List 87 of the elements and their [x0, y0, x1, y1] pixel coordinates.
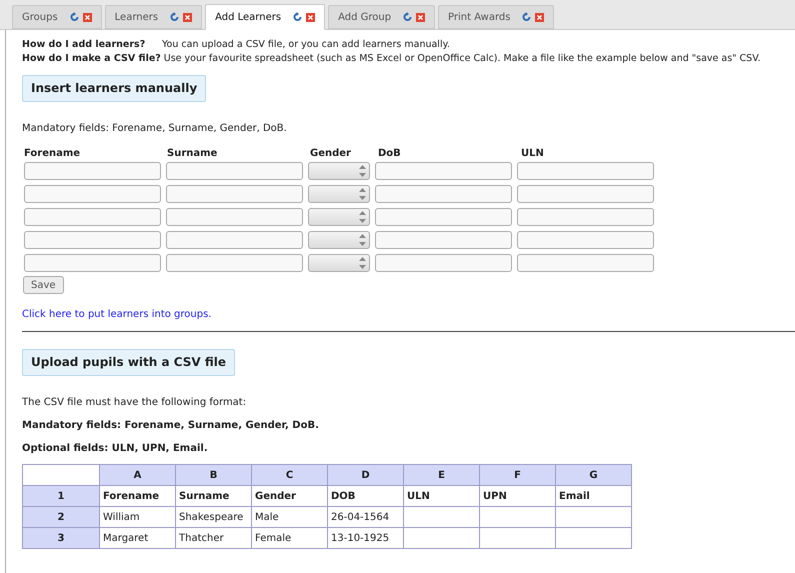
text-input[interactable] — [166, 208, 303, 226]
gender-select[interactable] — [308, 254, 370, 272]
groups-link[interactable]: Click here to put learners into groups. — [22, 309, 212, 320]
optional-fields: Optional fields: ULN, UPN, Email. — [22, 442, 795, 455]
text-input[interactable] — [24, 231, 161, 249]
table-cell: Surname — [179, 490, 230, 502]
section-heading: Upload pupils with a CSV file — [22, 349, 236, 376]
table-cell: DOB — [331, 490, 356, 502]
faq-question: How do I add learners? — [22, 38, 146, 51]
save-button[interactable]: Save — [23, 276, 64, 294]
text-input[interactable] — [517, 162, 654, 180]
text-input[interactable] — [166, 254, 303, 272]
gender-select[interactable] — [308, 208, 370, 226]
table-cell: William — [103, 512, 140, 522]
column-header: A — [100, 464, 176, 486]
table-cell: Shakespeare — [179, 512, 244, 522]
tab[interactable]: Print Awards — [438, 5, 554, 29]
table-cell: Margaret — [103, 532, 148, 544]
faq-answer: Use your favourite spreadsheet (such as MS Excel or OpenOffice Calc). Make a file like the example below and "save as" CSV. — [164, 52, 761, 65]
spinner-arrows-icon — [359, 234, 366, 246]
spinner-arrows-icon — [359, 211, 366, 223]
spinner-arrows-icon — [359, 165, 366, 177]
gender-select[interactable] — [308, 162, 370, 180]
text-input[interactable] — [24, 185, 161, 203]
refresh-icon[interactable] — [403, 12, 412, 22]
gender-select[interactable] — [308, 185, 370, 203]
text-input[interactable] — [375, 254, 512, 272]
text-input[interactable] — [517, 254, 654, 272]
table-cell: Thatcher — [179, 532, 224, 544]
close-icon[interactable] — [416, 12, 426, 22]
column-header: G — [556, 464, 632, 486]
tab[interactable]: Add Learners — [205, 4, 326, 30]
column-header: E — [404, 464, 480, 486]
column-label: Forename — [24, 147, 82, 160]
text-input[interactable] — [24, 162, 161, 180]
tab[interactable]: Learners — [104, 5, 202, 29]
spinner-arrows-icon — [359, 188, 366, 200]
close-icon[interactable] — [306, 12, 316, 22]
text-input[interactable] — [24, 208, 161, 226]
format-note: The CSV file must have the following format: — [22, 396, 248, 409]
text-input[interactable] — [375, 185, 512, 203]
close-icon[interactable] — [535, 12, 544, 22]
text-input[interactable] — [375, 208, 512, 226]
tab[interactable]: Add Group — [328, 5, 436, 29]
column-header: C — [252, 464, 328, 486]
text-input[interactable] — [166, 162, 303, 180]
spinner-arrows-icon — [359, 257, 366, 269]
column-header: D — [328, 464, 404, 486]
text-input[interactable] — [375, 162, 512, 180]
column-header: B — [176, 464, 252, 486]
table-cell: Forename — [103, 490, 160, 502]
refresh-icon[interactable] — [70, 12, 79, 22]
column-label: DoB — [378, 147, 402, 160]
column-label: ULN — [521, 147, 545, 160]
text-input[interactable] — [517, 208, 654, 226]
table-cell: UPN — [483, 490, 507, 502]
refresh-icon[interactable] — [522, 12, 532, 22]
text-input[interactable] — [517, 185, 654, 203]
text-input[interactable] — [166, 231, 303, 249]
table-cell: ULN — [407, 490, 430, 502]
gender-select[interactable] — [308, 231, 370, 249]
faq-answer: You can upload a CSV file, or you can add learners manually. — [162, 38, 450, 51]
close-icon[interactable] — [183, 12, 192, 22]
column-header: F — [480, 464, 556, 486]
table-cell: Email — [559, 490, 590, 502]
table-cell: 13-10-1925 — [331, 532, 390, 544]
table-cell: Gender — [255, 490, 296, 502]
row-header: 3 — [22, 528, 100, 548]
text-input[interactable] — [166, 185, 303, 203]
refresh-icon[interactable] — [293, 12, 302, 22]
column-label: Gender — [310, 147, 352, 160]
mandatory-note: Mandatory fields: Forename, Surname, Gender, DoB. — [22, 122, 288, 135]
text-input[interactable] — [24, 254, 161, 272]
table-cell: 26-04-1564 — [331, 512, 390, 522]
text-input[interactable] — [375, 231, 512, 249]
tab[interactable]: Groups — [12, 5, 102, 29]
text-input[interactable] — [517, 231, 654, 249]
column-label: Surname — [167, 147, 218, 160]
section-heading: Insert learners manually — [22, 75, 206, 102]
faq-question: How do I make a CSV file? — [22, 52, 161, 65]
row-header: 2 — [22, 506, 100, 528]
table-cell: Male — [255, 512, 279, 522]
table-cell: Female — [255, 532, 292, 544]
refresh-icon[interactable] — [170, 12, 180, 22]
mandatory-fields: Mandatory fields: Forename, Surname, Gender, DoB. — [22, 419, 795, 432]
close-icon[interactable] — [82, 12, 92, 22]
row-header: 1 — [22, 486, 100, 506]
